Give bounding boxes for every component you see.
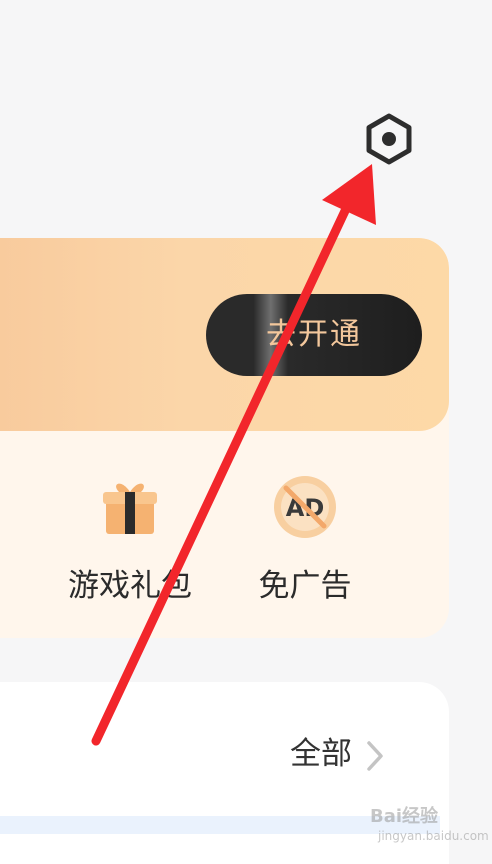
settings-button[interactable] <box>360 110 418 168</box>
open-vip-button[interactable]: 去开通 <box>206 294 422 376</box>
vip-banner: 去开通 <box>0 238 449 431</box>
no-ad-icon: AD <box>274 476 336 538</box>
chevron-right-icon <box>367 740 383 771</box>
screen: 去开通 游戏礼包 AD 免广告 全部 <box>0 0 492 864</box>
feature-no-ads-label: 免广告 <box>258 568 352 604</box>
view-all-link[interactable]: 全部 <box>290 728 384 772</box>
feature-game-gift-label: 游戏礼包 <box>68 568 192 604</box>
baidu-jingyan-watermark: Bai经验 jingyan.baidu.com <box>370 806 489 860</box>
watermark-url: jingyan.baidu.com <box>378 829 489 843</box>
settings-hexagon-icon <box>366 113 412 165</box>
watermark-brand: Bai经验 <box>370 806 439 827</box>
feature-game-gift[interactable]: 游戏礼包 <box>50 474 210 605</box>
view-all-label: 全部 <box>290 736 352 772</box>
feature-no-ads[interactable]: AD 免广告 <box>225 474 385 605</box>
vip-card: 去开通 游戏礼包 AD 免广告 <box>0 238 449 638</box>
gift-box-icon <box>103 483 157 534</box>
